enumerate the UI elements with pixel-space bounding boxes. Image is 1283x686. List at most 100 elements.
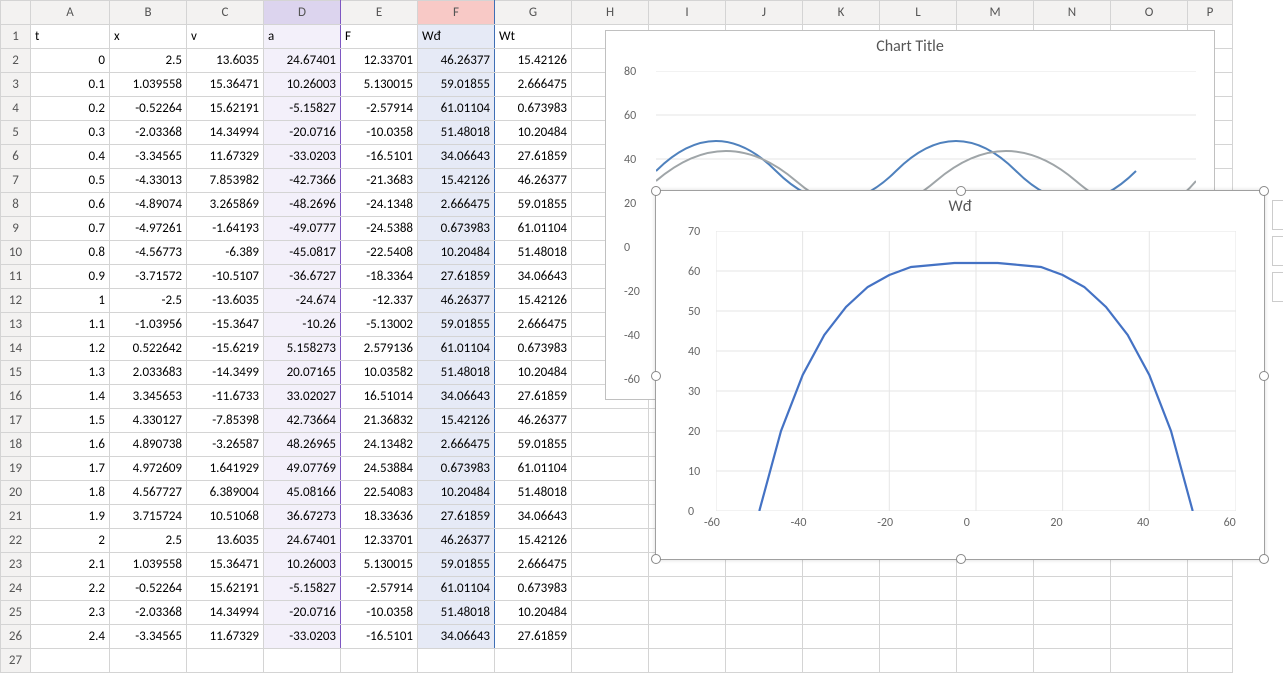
cell[interactable]	[495, 649, 572, 673]
cell[interactable]	[572, 505, 649, 529]
cell[interactable]: -10.26	[264, 313, 341, 337]
cell[interactable]: -16.5101	[341, 145, 418, 169]
cell[interactable]: 59.01855	[418, 73, 495, 97]
row-header[interactable]: 18	[1, 433, 31, 457]
cell[interactable]: x	[110, 25, 187, 49]
cell[interactable]: 1.9	[31, 505, 110, 529]
row-header[interactable]: 9	[1, 217, 31, 241]
cell[interactable]: -21.3683	[341, 169, 418, 193]
resize-handle[interactable]	[956, 554, 966, 564]
cell[interactable]: -49.0777	[264, 217, 341, 241]
cell[interactable]: 0.5	[31, 169, 110, 193]
cell[interactable]	[957, 625, 1034, 649]
row-header[interactable]: 12	[1, 289, 31, 313]
cell[interactable]	[1034, 625, 1111, 649]
row-header[interactable]: 11	[1, 265, 31, 289]
cell[interactable]: -33.0203	[264, 625, 341, 649]
cell[interactable]	[572, 577, 649, 601]
cell[interactable]: 15.62191	[187, 97, 264, 121]
cell[interactable]: v	[187, 25, 264, 49]
cell[interactable]: -15.3647	[187, 313, 264, 337]
cell[interactable]: -4.56773	[110, 241, 187, 265]
cell[interactable]	[880, 625, 957, 649]
cell[interactable]	[1111, 625, 1188, 649]
cell[interactable]: Wđ	[418, 25, 495, 49]
resize-handle[interactable]	[956, 186, 966, 196]
cell[interactable]: 3.265869	[187, 193, 264, 217]
cell[interactable]: 11.67329	[187, 625, 264, 649]
row-header[interactable]: 8	[1, 193, 31, 217]
cell[interactable]: 0	[31, 49, 110, 73]
cell[interactable]: -24.1348	[341, 193, 418, 217]
cell[interactable]: 2.579136	[341, 337, 418, 361]
cell[interactable]: 15.42126	[418, 409, 495, 433]
cell[interactable]: 2.666475	[418, 193, 495, 217]
cell[interactable]: 59.01855	[495, 193, 572, 217]
cell[interactable]: 51.48018	[418, 601, 495, 625]
cell[interactable]	[1034, 601, 1111, 625]
cell[interactable]: 61.01104	[495, 217, 572, 241]
cell[interactable]	[110, 649, 187, 673]
cell[interactable]: 1.2	[31, 337, 110, 361]
cell[interactable]	[1034, 649, 1111, 673]
cell[interactable]: 4.567727	[110, 481, 187, 505]
cell[interactable]	[572, 433, 649, 457]
cell[interactable]: 0.1	[31, 73, 110, 97]
row-header[interactable]: 15	[1, 361, 31, 385]
cell[interactable]: 34.06643	[418, 145, 495, 169]
cell[interactable]: 51.48018	[495, 481, 572, 505]
cell[interactable]: 36.67273	[264, 505, 341, 529]
cell[interactable]	[1188, 601, 1233, 625]
cell[interactable]: -11.6733	[187, 385, 264, 409]
cell[interactable]: 46.26377	[418, 49, 495, 73]
cell[interactable]: -48.2696	[264, 193, 341, 217]
cell[interactable]: 0.673983	[418, 457, 495, 481]
cell[interactable]: 46.26377	[495, 169, 572, 193]
cell[interactable]: 1.641929	[187, 457, 264, 481]
cell[interactable]: 1.039558	[110, 73, 187, 97]
resize-handle[interactable]	[1259, 371, 1269, 381]
cell[interactable]: -33.0203	[264, 145, 341, 169]
cell[interactable]: 34.06643	[495, 265, 572, 289]
col-header-J[interactable]: J	[726, 1, 803, 25]
cell[interactable]: -2.5	[110, 289, 187, 313]
cell[interactable]: -0.52264	[110, 577, 187, 601]
cell[interactable]: 3.345653	[110, 385, 187, 409]
cell[interactable]: -3.71572	[110, 265, 187, 289]
cell[interactable]: 0.2	[31, 97, 110, 121]
row-header[interactable]: 5	[1, 121, 31, 145]
cell[interactable]: -6.389	[187, 241, 264, 265]
cell[interactable]: 7.853982	[187, 169, 264, 193]
cell[interactable]	[726, 577, 803, 601]
cell[interactable]: 51.48018	[418, 361, 495, 385]
cell[interactable]: -2.57914	[341, 97, 418, 121]
cell[interactable]	[880, 601, 957, 625]
cell[interactable]: 1.1	[31, 313, 110, 337]
row-header[interactable]: 20	[1, 481, 31, 505]
resize-handle[interactable]	[651, 186, 661, 196]
cell[interactable]	[1111, 577, 1188, 601]
resize-handle[interactable]	[1259, 554, 1269, 564]
col-header-G[interactable]: G	[495, 1, 572, 25]
cell[interactable]: 46.26377	[495, 409, 572, 433]
cell[interactable]	[1111, 649, 1188, 673]
row-header[interactable]: 25	[1, 601, 31, 625]
cell[interactable]: 59.01855	[418, 553, 495, 577]
row-header[interactable]: 1	[1, 25, 31, 49]
cell[interactable]: 14.34994	[187, 121, 264, 145]
cell[interactable]: 13.6035	[187, 529, 264, 553]
cell[interactable]	[264, 649, 341, 673]
cell[interactable]	[1188, 577, 1233, 601]
cell[interactable]	[649, 625, 726, 649]
cell[interactable]: -3.34565	[110, 145, 187, 169]
resize-handle[interactable]	[651, 371, 661, 381]
cell[interactable]: 10.26003	[264, 553, 341, 577]
cell[interactable]	[572, 409, 649, 433]
cell[interactable]: -4.97261	[110, 217, 187, 241]
cell[interactable]: 10.20484	[495, 361, 572, 385]
cell[interactable]: 61.01104	[418, 97, 495, 121]
cell[interactable]: 0.673983	[495, 577, 572, 601]
cell[interactable]: 6.389004	[187, 481, 264, 505]
col-header-C[interactable]: C	[187, 1, 264, 25]
cell[interactable]: 15.42126	[495, 49, 572, 73]
